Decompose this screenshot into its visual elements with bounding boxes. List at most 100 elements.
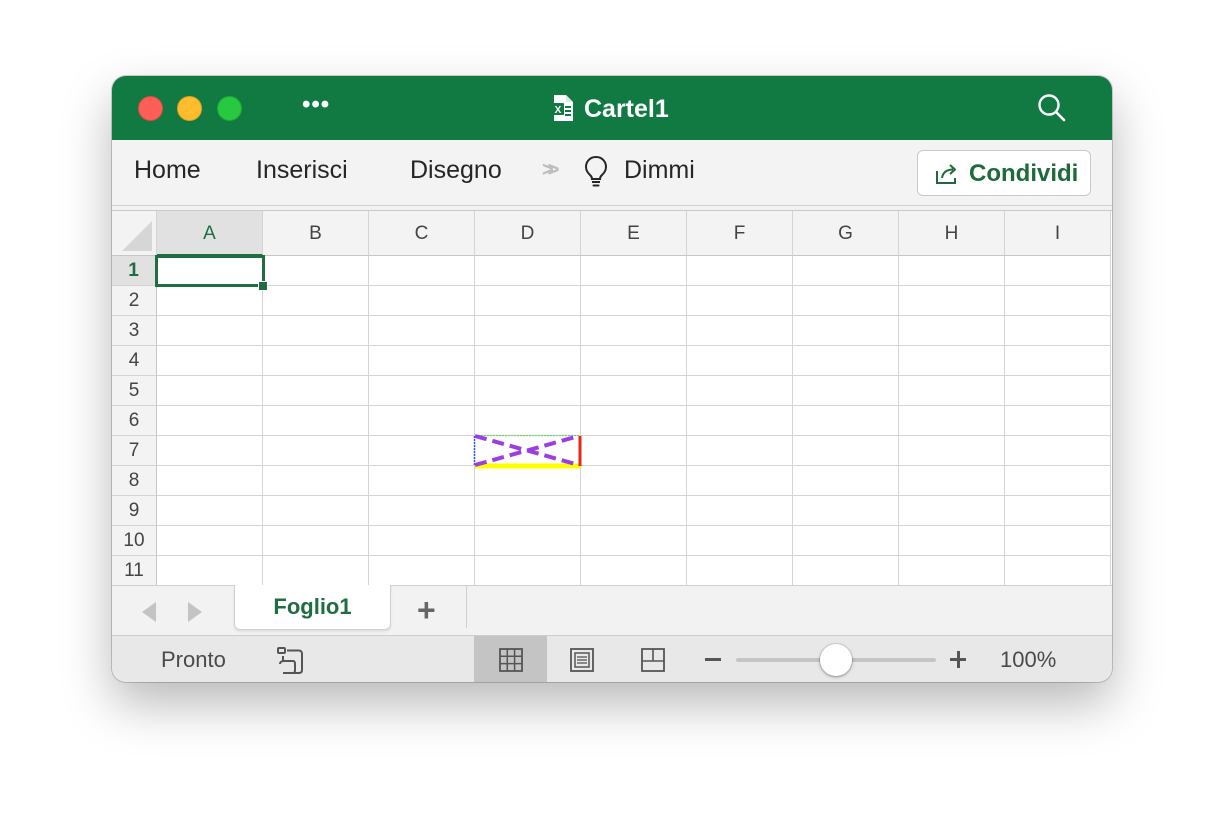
- cell-h11[interactable]: [899, 556, 1005, 585]
- cell-i7[interactable]: [1005, 436, 1111, 466]
- cell-b6[interactable]: [263, 406, 369, 436]
- cell-a4[interactable]: [157, 346, 263, 376]
- cell-c1[interactable]: [369, 256, 475, 286]
- cell-h2[interactable]: [899, 286, 1005, 316]
- macro-record-icon[interactable]: [275, 644, 307, 676]
- cell-f1[interactable]: [687, 256, 793, 286]
- cell-f4[interactable]: [687, 346, 793, 376]
- cell-c2[interactable]: [369, 286, 475, 316]
- cell-e5[interactable]: [581, 376, 687, 406]
- cell-a3[interactable]: [157, 316, 263, 346]
- add-sheet-button[interactable]: +: [417, 592, 436, 628]
- cell-g7[interactable]: [793, 436, 899, 466]
- cell-d2[interactable]: [475, 286, 581, 316]
- row-header-8[interactable]: 8: [112, 466, 157, 496]
- zoom-in-button[interactable]: [950, 648, 966, 670]
- cell-a9[interactable]: [157, 496, 263, 526]
- cell-c3[interactable]: [369, 316, 475, 346]
- cell-f8[interactable]: [687, 466, 793, 496]
- minimize-window-button[interactable]: [177, 96, 202, 121]
- cell-c11[interactable]: [369, 556, 475, 585]
- cell-i11[interactable]: [1005, 556, 1111, 585]
- cell-i10[interactable]: [1005, 526, 1111, 556]
- triangle-left-icon[interactable]: [142, 602, 156, 622]
- cell-c6[interactable]: [369, 406, 475, 436]
- sheet-tab-foglio1[interactable]: Foglio1: [234, 585, 391, 630]
- cell-f7[interactable]: [687, 436, 793, 466]
- column-header-b[interactable]: B: [263, 211, 369, 256]
- cell-d1[interactable]: [475, 256, 581, 286]
- cell-e10[interactable]: [581, 526, 687, 556]
- cell-h5[interactable]: [899, 376, 1005, 406]
- cell-g8[interactable]: [793, 466, 899, 496]
- drawn-shape[interactable]: [473, 434, 585, 470]
- row-header-2[interactable]: 2: [112, 286, 157, 316]
- page-layout-view-button[interactable]: [545, 636, 618, 682]
- cell-f3[interactable]: [687, 316, 793, 346]
- cell-e3[interactable]: [581, 316, 687, 346]
- cell-h1[interactable]: [899, 256, 1005, 286]
- cell-b7[interactable]: [263, 436, 369, 466]
- tell-me-search[interactable]: Dimmi: [624, 155, 695, 185]
- lightbulb-icon[interactable]: [582, 154, 610, 188]
- cell-h3[interactable]: [899, 316, 1005, 346]
- row-header-9[interactable]: 9: [112, 496, 157, 526]
- cell-g10[interactable]: [793, 526, 899, 556]
- cell-g1[interactable]: [793, 256, 899, 286]
- cell-d3[interactable]: [475, 316, 581, 346]
- tab-inserisci[interactable]: Inserisci: [256, 155, 348, 185]
- cell-h7[interactable]: [899, 436, 1005, 466]
- cell-b10[interactable]: [263, 526, 369, 556]
- cell-d11[interactable]: [475, 556, 581, 585]
- worksheet-grid[interactable]: ABCDEFGHI 1 2 3 4 5 6 7 8 9 10 11: [112, 210, 1112, 585]
- cell-c4[interactable]: [369, 346, 475, 376]
- cell-b4[interactable]: [263, 346, 369, 376]
- cell-i4[interactable]: [1005, 346, 1111, 376]
- select-all-corner[interactable]: [112, 211, 157, 256]
- cell-b11[interactable]: [263, 556, 369, 585]
- cell-f5[interactable]: [687, 376, 793, 406]
- cell-e7[interactable]: [581, 436, 687, 466]
- cell-a8[interactable]: [157, 466, 263, 496]
- cell-e4[interactable]: [581, 346, 687, 376]
- column-header-c[interactable]: C: [369, 211, 475, 256]
- cell-h4[interactable]: [899, 346, 1005, 376]
- cell-i1[interactable]: [1005, 256, 1111, 286]
- cell-d9[interactable]: [475, 496, 581, 526]
- close-window-button[interactable]: [138, 96, 163, 121]
- cell-g2[interactable]: [793, 286, 899, 316]
- cell-d10[interactable]: [475, 526, 581, 556]
- cell-b2[interactable]: [263, 286, 369, 316]
- cell-i6[interactable]: [1005, 406, 1111, 436]
- cell-f2[interactable]: [687, 286, 793, 316]
- cell-a1[interactable]: [157, 256, 263, 286]
- cell-i9[interactable]: [1005, 496, 1111, 526]
- tab-disegno[interactable]: Disegno: [410, 155, 502, 185]
- row-header-11[interactable]: 11: [112, 556, 157, 585]
- column-header-d[interactable]: D: [475, 211, 581, 256]
- cell-g6[interactable]: [793, 406, 899, 436]
- cell-g3[interactable]: [793, 316, 899, 346]
- cell-e6[interactable]: [581, 406, 687, 436]
- cell-a2[interactable]: [157, 286, 263, 316]
- cell-d8[interactable]: [475, 466, 581, 496]
- column-header-i[interactable]: I: [1005, 211, 1111, 256]
- row-header-7[interactable]: 7: [112, 436, 157, 466]
- cell-b3[interactable]: [263, 316, 369, 346]
- row-header-10[interactable]: 10: [112, 526, 157, 556]
- cell-b9[interactable]: [263, 496, 369, 526]
- maximize-window-button[interactable]: [217, 96, 242, 121]
- cell-d5[interactable]: [475, 376, 581, 406]
- zoom-level[interactable]: 100%: [1000, 647, 1056, 673]
- cell-a5[interactable]: [157, 376, 263, 406]
- zoom-out-button[interactable]: [705, 658, 721, 661]
- row-header-5[interactable]: 5: [112, 376, 157, 406]
- triangle-right-icon[interactable]: [188, 602, 202, 622]
- cell-g4[interactable]: [793, 346, 899, 376]
- column-header-h[interactable]: H: [899, 211, 1005, 256]
- cell-e2[interactable]: [581, 286, 687, 316]
- cell-a10[interactable]: [157, 526, 263, 556]
- cell-e1[interactable]: [581, 256, 687, 286]
- page-break-view-button[interactable]: [616, 636, 689, 682]
- cell-c10[interactable]: [369, 526, 475, 556]
